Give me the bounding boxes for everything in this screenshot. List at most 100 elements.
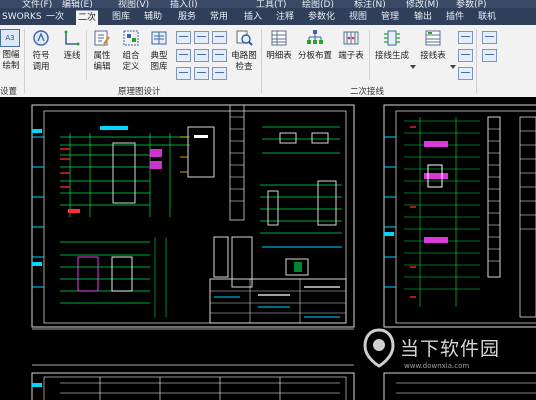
- watermark-logo-icon: [363, 328, 395, 368]
- menu-insert[interactable]: 插入(I): [170, 0, 198, 8]
- watermark-text: 当下软件园: [400, 338, 501, 360]
- tab-library[interactable]: 图库: [110, 10, 132, 25]
- typical-library-label1: 典型: [150, 51, 168, 61]
- attribute-edit-label1: 属性: [93, 51, 111, 61]
- drawing-sheet-bottom: [31, 372, 536, 400]
- site-watermark: 当下软件园 www.downxia.com: [360, 328, 530, 372]
- watermark-url: www.downxia.com: [404, 362, 470, 370]
- tool-icon[interactable]: [176, 67, 191, 80]
- cad-app-window: 文件(F) 编辑(E) 视图(V) 插入(I) 工具(T) 绘图(D) 标注(N…: [0, 0, 536, 400]
- dropdown-arrow-icon[interactable]: [450, 65, 456, 69]
- table-icon: [271, 30, 287, 46]
- connect-line-button[interactable]: 连线: [59, 29, 85, 62]
- menu-draw[interactable]: 绘图(D): [302, 0, 334, 8]
- tool-icon[interactable]: [482, 49, 497, 62]
- ribbon-tab-bar: SWORKS 一次 二次 图库 辅助 服务 常用 插入 注释 参数化 视图 管理…: [0, 8, 536, 26]
- tab-annotate[interactable]: 注释: [274, 10, 296, 25]
- menu-edit[interactable]: 编辑(E): [62, 0, 93, 8]
- terminal-table-label: 端子表: [338, 51, 364, 61]
- menu-view[interactable]: 视图(V): [118, 0, 149, 8]
- group-separator: [261, 29, 262, 93]
- circuit-check-button[interactable]: 电路图 检查: [229, 29, 259, 73]
- tab-parametric[interactable]: 参数化: [306, 10, 337, 25]
- tool-icon[interactable]: [194, 49, 209, 62]
- attribute-edit-icon: [94, 30, 110, 46]
- tab-view[interactable]: 视图: [347, 10, 369, 25]
- menu-tools[interactable]: 工具(T): [256, 0, 287, 8]
- tab-service[interactable]: 服务: [176, 10, 198, 25]
- group-label-setup: 设置: [0, 87, 18, 97]
- tool-icon[interactable]: [458, 67, 473, 80]
- tab-sworks[interactable]: SWORKS: [0, 10, 44, 25]
- ribbon-mini-separator: [86, 30, 87, 80]
- dropdown-arrow-icon[interactable]: [410, 65, 416, 69]
- detail-table-label: 明细表: [266, 51, 292, 61]
- frame-draw-button[interactable]: A3 图幅 绘制: [0, 29, 22, 72]
- group-label-secondary-wiring: 二次接线: [350, 87, 385, 97]
- group-define-icon: [123, 30, 139, 46]
- tab-secondary[interactable]: 二次: [76, 10, 99, 26]
- tool-icon[interactable]: [458, 49, 473, 62]
- tab-common[interactable]: 常用: [208, 10, 230, 25]
- typical-library-button[interactable]: 典型 图库: [146, 29, 172, 73]
- group-define-label2: 定义: [122, 62, 140, 72]
- frame-draw-label1: 图幅: [2, 50, 20, 60]
- tab-output[interactable]: 输出: [412, 10, 434, 25]
- panel-layout-label: 分板布置: [297, 51, 332, 61]
- group-label-schematic: 原理图设计: [118, 87, 161, 97]
- attribute-edit-label2: 编辑: [93, 62, 111, 72]
- wiring-table-icon: [425, 30, 441, 46]
- menu-modify[interactable]: 修改(M): [406, 0, 439, 8]
- circuit-check-label2: 检查: [235, 62, 253, 72]
- tool-icon[interactable]: [194, 67, 209, 80]
- tool-icon[interactable]: [176, 31, 191, 44]
- tab-primary[interactable]: 一次: [44, 10, 66, 25]
- symbol-icon: [33, 30, 49, 46]
- frame-draw-label2: 绘制: [2, 61, 20, 71]
- group-separator: [24, 29, 25, 93]
- symbol-call-label2: 调用: [32, 62, 50, 72]
- tab-online[interactable]: 联机: [476, 10, 498, 25]
- menu-param[interactable]: 参数(P): [456, 0, 486, 8]
- group-separator: [476, 29, 477, 93]
- tool-icon[interactable]: [212, 67, 227, 80]
- symbol-call-button[interactable]: 符号 调用: [27, 29, 55, 73]
- wiring-generate-button[interactable]: 接线生成: [372, 29, 412, 62]
- symbol-call-label1: 符号: [32, 51, 50, 61]
- group-define-button[interactable]: 组合 定义: [118, 29, 144, 73]
- tool-icon[interactable]: [482, 31, 497, 44]
- tool-icon[interactable]: [212, 31, 227, 44]
- typical-library-icon: [151, 31, 167, 45]
- wiring-generate-icon: [384, 30, 400, 46]
- circuit-check-label1: 电路图: [231, 51, 257, 61]
- tool-icon[interactable]: [176, 49, 191, 62]
- tool-icon[interactable]: [194, 31, 209, 44]
- tab-plugins[interactable]: 插件: [444, 10, 466, 25]
- ribbon-mini-separator: [369, 30, 370, 80]
- menu-bar: 文件(F) 编辑(E) 视图(V) 插入(I) 工具(T) 绘图(D) 标注(N…: [0, 0, 536, 8]
- tool-icon[interactable]: [458, 31, 473, 44]
- typical-library-label2: 图库: [150, 62, 168, 72]
- drawing-sheet-left: [31, 104, 355, 328]
- connect-line-icon: [64, 30, 80, 46]
- tab-auxiliary[interactable]: 辅助: [142, 10, 164, 25]
- panel-layout-icon: [307, 30, 323, 44]
- terminal-table-button[interactable]: 端子表: [336, 29, 366, 62]
- magnifier-icon: [236, 30, 253, 46]
- menu-file[interactable]: 文件(F): [22, 0, 52, 8]
- terminal-icon: [343, 31, 359, 45]
- wiring-table-label: 接线表: [420, 51, 446, 61]
- attribute-edit-button[interactable]: 属性 编辑: [89, 29, 115, 73]
- sheet-icon: A3: [0, 29, 20, 47]
- tab-manage[interactable]: 管理: [379, 10, 401, 25]
- group-define-label1: 组合: [122, 51, 140, 61]
- menu-dimension[interactable]: 标注(N): [354, 0, 386, 8]
- panel-layout-button[interactable]: 分板布置: [296, 29, 334, 62]
- detail-table-button[interactable]: 明细表: [264, 29, 294, 62]
- ribbon-panel: A3 图幅 绘制 设置 符号 调用 连线 属性 编辑 组合 定义 典型 图库 电…: [0, 25, 536, 98]
- tab-insert[interactable]: 插入: [242, 10, 264, 25]
- wiring-generate-label: 接线生成: [374, 51, 409, 61]
- connect-line-label: 连线: [63, 51, 81, 61]
- tool-icon[interactable]: [212, 49, 227, 62]
- wiring-table-button[interactable]: 接线表: [416, 29, 450, 62]
